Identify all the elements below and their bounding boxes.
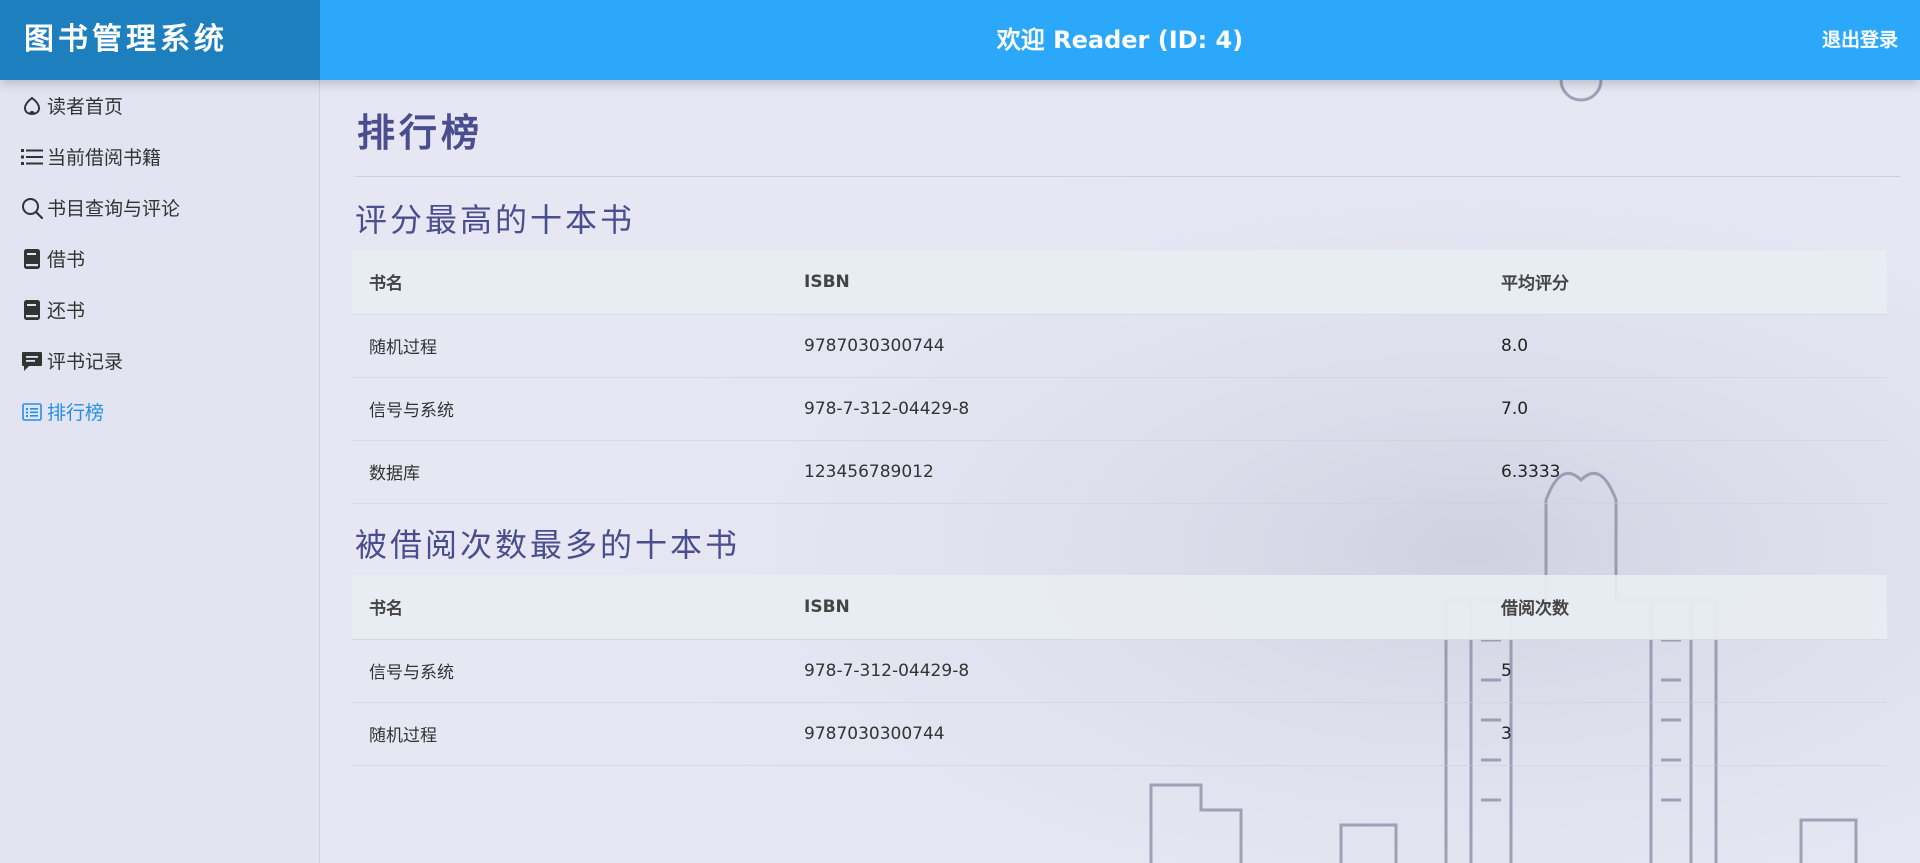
column-header: 平均评分: [1501, 250, 1887, 315]
column-header: 借阅次数: [1501, 575, 1887, 640]
sidebar: 读者首页 当前借阅书籍 书目查询与评论 借书 还书 评书记录 排行榜: [0, 80, 320, 863]
search-icon: [21, 197, 43, 219]
app-brand[interactable]: 图书管理系统: [0, 0, 320, 80]
list-icon: [21, 146, 43, 168]
sidebar-item-label: 排行榜: [47, 402, 105, 424]
home-icon: [21, 95, 43, 117]
table-row: 随机过程 9787030300744 3: [352, 702, 1887, 766]
average-score-cell: 7.0: [1501, 377, 1887, 441]
borrow-count-cell: 3: [1501, 702, 1887, 766]
most-borrowed-table: 书名 ISBN 借阅次数 信号与系统 978-7-312-04429-8 5 随…: [352, 575, 1887, 766]
book-icon: [21, 299, 43, 321]
main-content: 排行榜 评分最高的十本书 书名 ISBN 平均评分 随机过程 978703030…: [321, 80, 1920, 863]
table-row: 信号与系统 978-7-312-04429-8 7.0: [352, 377, 1887, 441]
sidebar-item-borrow[interactable]: 借书: [0, 233, 319, 284]
ranking-icon: [21, 401, 43, 423]
sidebar-item-ranking[interactable]: 排行榜: [0, 386, 319, 437]
book-title-cell: 随机过程: [352, 314, 804, 378]
column-header: 书名: [352, 575, 804, 640]
table-row: 随机过程 9787030300744 8.0: [352, 314, 1887, 378]
borrow-count-cell: 5: [1501, 639, 1887, 703]
sidebar-item-reader-home[interactable]: 读者首页: [0, 80, 319, 131]
column-header: 书名: [352, 250, 804, 315]
sidebar-item-review-records[interactable]: 评书记录: [0, 335, 319, 386]
most-borrowed-title: 被借阅次数最多的十本书: [355, 526, 741, 564]
welcome-text: 欢迎 Reader (ID: 4): [996, 26, 1244, 54]
top-rated-title: 评分最高的十本书: [355, 201, 636, 239]
top-rated-table: 书名 ISBN 平均评分 随机过程 9787030300744 8.0 信号与系…: [352, 250, 1887, 504]
sidebar-item-book-search[interactable]: 书目查询与评论: [0, 182, 319, 233]
comment-icon: [21, 350, 43, 372]
column-header: ISBN: [804, 575, 1501, 640]
book-icon: [21, 248, 43, 270]
isbn-cell: 9787030300744: [804, 314, 1501, 378]
page-title: 排行榜: [357, 110, 484, 155]
title-divider: [355, 176, 1900, 177]
sidebar-item-label: 读者首页: [47, 96, 124, 118]
book-title-cell: 随机过程: [352, 702, 804, 766]
table-header-row: 书名 ISBN 平均评分: [352, 250, 1887, 315]
sidebar-item-return[interactable]: 还书: [0, 284, 319, 335]
sidebar-item-label: 评书记录: [47, 351, 124, 373]
book-title-cell: 数据库: [352, 440, 804, 504]
table-row: 数据库 123456789012 6.3333: [352, 440, 1887, 504]
sidebar-item-label: 还书: [47, 300, 86, 322]
table-header-row: 书名 ISBN 借阅次数: [352, 575, 1887, 640]
sidebar-item-label: 当前借阅书籍: [47, 147, 162, 169]
average-score-cell: 8.0: [1501, 314, 1887, 378]
isbn-cell: 978-7-312-04429-8: [804, 639, 1501, 703]
book-title-cell: 信号与系统: [352, 377, 804, 441]
column-header: ISBN: [804, 250, 1501, 315]
sidebar-item-current-borrowed[interactable]: 当前借阅书籍: [0, 131, 319, 182]
table-row: 信号与系统 978-7-312-04429-8 5: [352, 639, 1887, 703]
average-score-cell: 6.3333: [1501, 440, 1887, 504]
isbn-cell: 978-7-312-04429-8: [804, 377, 1501, 441]
logout-button[interactable]: 退出登录: [1822, 0, 1898, 80]
sidebar-item-label: 借书: [47, 249, 86, 271]
isbn-cell: 123456789012: [804, 440, 1501, 504]
sidebar-item-label: 书目查询与评论: [47, 198, 181, 220]
top-header: 图书管理系统 欢迎 Reader (ID: 4) 退出登录: [0, 0, 1920, 80]
book-title-cell: 信号与系统: [352, 639, 804, 703]
isbn-cell: 9787030300744: [804, 702, 1501, 766]
